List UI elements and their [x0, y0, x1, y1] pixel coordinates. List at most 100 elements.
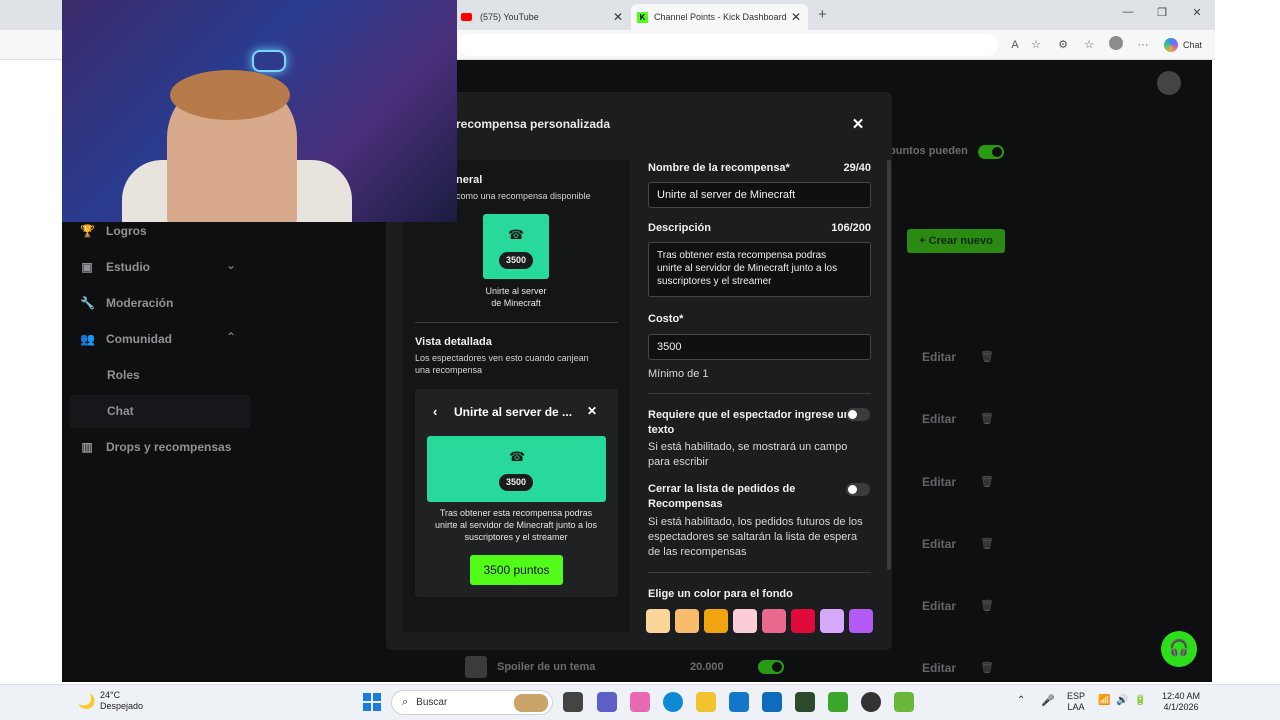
- redeem-button[interactable]: 3500 puntos: [470, 555, 563, 585]
- tab-kick-dashboard[interactable]: K Channel Points - Kick Dashboard ✕: [631, 4, 808, 30]
- new-tab-icon[interactable]: +: [818, 6, 827, 23]
- color-swatch[interactable]: [820, 609, 844, 633]
- edit-button[interactable]: Editar: [922, 475, 956, 489]
- close-list-toggle[interactable]: [846, 483, 870, 496]
- favorites-list-icon[interactable]: ☆: [1080, 36, 1098, 54]
- teams-icon[interactable]: [597, 692, 617, 712]
- avatar[interactable]: [1157, 71, 1181, 95]
- sidebar-item-chat[interactable]: Chat: [107, 401, 134, 421]
- reward-name-input[interactable]: Unirte al server de Minecraft: [648, 182, 871, 208]
- obs-icon[interactable]: [861, 692, 881, 712]
- microphone-icon[interactable]: 🎤: [1041, 694, 1055, 707]
- read-aloud-icon[interactable]: A: [1006, 36, 1024, 54]
- close-icon[interactable]: ✕: [850, 115, 866, 133]
- more-options-icon[interactable]: ···: [1134, 36, 1152, 54]
- maximize-icon[interactable]: ❐: [1152, 6, 1172, 19]
- wifi-icon[interactable]: 📶: [1098, 695, 1110, 706]
- gift-icon: ☎: [509, 449, 526, 464]
- close-icon[interactable]: ✕: [791, 10, 801, 24]
- favorite-icon[interactable]: ☆: [1027, 36, 1045, 54]
- trophy-icon: 🏆: [80, 224, 95, 238]
- wrench-icon: 🔧: [80, 296, 95, 310]
- edit-button[interactable]: Editar: [922, 661, 956, 675]
- color-swatch[interactable]: [733, 609, 757, 633]
- edit-button[interactable]: Editar: [922, 350, 956, 364]
- color-swatch[interactable]: [704, 609, 728, 633]
- minimize-icon[interactable]: —: [1118, 6, 1138, 18]
- close-list-label: Cerrar la lista de pedidos de Recompensas: [648, 483, 796, 510]
- minecraft-icon[interactable]: [828, 692, 848, 712]
- chevron-up-icon[interactable]: ⌃: [226, 330, 236, 344]
- sidebar-item-comunidad[interactable]: 👥 Comunidad: [80, 329, 172, 349]
- trash-icon[interactable]: 🗑: [980, 661, 994, 674]
- tab-youtube[interactable]: (575) YouTube ✕: [455, 4, 630, 30]
- create-new-button[interactable]: + Crear nuevo: [907, 229, 1005, 253]
- sidebar-item-moderacion[interactable]: 🔧 Moderación: [80, 293, 173, 313]
- sidebar-item-logros[interactable]: 🏆 Logros: [80, 221, 147, 241]
- general-heading: neral: [456, 174, 483, 186]
- detail-heading: Vista detallada: [415, 336, 492, 348]
- outlook-icon[interactable]: [729, 692, 749, 712]
- divider: [648, 572, 871, 573]
- window-close-icon[interactable]: ✕: [1187, 6, 1207, 19]
- reward-row-icon: [465, 656, 487, 678]
- trash-icon[interactable]: 🗑: [980, 537, 994, 550]
- modal-scrollbar[interactable]: [887, 160, 891, 570]
- edit-button[interactable]: Editar: [922, 412, 956, 426]
- store-icon[interactable]: [762, 692, 782, 712]
- weather-widget[interactable]: 24°C Despejado: [100, 690, 143, 712]
- description-label: Descripción: [648, 222, 711, 234]
- extensions-icon[interactable]: ⚙: [1054, 36, 1072, 54]
- volume-icon[interactable]: 🔊: [1116, 695, 1128, 706]
- sidebar-item-drops[interactable]: ▥ Drops y recompensas: [80, 437, 231, 457]
- trash-icon[interactable]: 🗑: [980, 412, 994, 425]
- cost-input[interactable]: 3500: [648, 334, 871, 360]
- minecraft-launcher-icon[interactable]: [894, 692, 914, 712]
- detail-subtext: Los espectadores ven esto cuando canjean…: [415, 353, 589, 375]
- reward-row-toggle[interactable]: [758, 660, 784, 674]
- trash-icon[interactable]: 🗑: [980, 350, 994, 363]
- file-explorer-icon[interactable]: [696, 692, 716, 712]
- color-swatch[interactable]: [849, 609, 873, 633]
- weather-icon[interactable]: 🌙: [78, 693, 95, 710]
- profile-icon[interactable]: [1107, 36, 1125, 54]
- cost-pill: 3500: [499, 252, 533, 269]
- sidebar-item-estudio[interactable]: ▣ Estudio: [80, 257, 150, 277]
- clock[interactable]: 12:40 AM 4/1/2026: [1156, 691, 1206, 713]
- edit-button[interactable]: Editar: [922, 537, 956, 551]
- cost-hint: Mínimo de 1: [648, 368, 709, 380]
- color-swatch[interactable]: [791, 609, 815, 633]
- preview-close-icon[interactable]: ✕: [587, 404, 597, 418]
- trash-icon[interactable]: 🗑: [980, 599, 994, 612]
- cost-label: Costo*: [648, 313, 684, 325]
- copilot-taskbar-icon[interactable]: [630, 692, 650, 712]
- edge-icon[interactable]: [663, 692, 683, 712]
- sidebar-active-bg: [70, 395, 250, 428]
- close-icon[interactable]: ✕: [613, 10, 623, 24]
- support-chat-button[interactable]: 🎧: [1161, 631, 1197, 667]
- require-text-toggle[interactable]: [846, 408, 870, 421]
- name-label: Nombre de la recompensa*: [648, 162, 790, 174]
- tab-label: (575) YouTube: [480, 12, 539, 22]
- color-swatch[interactable]: [762, 609, 786, 633]
- trash-icon[interactable]: 🗑: [980, 475, 994, 488]
- color-swatch[interactable]: [675, 609, 699, 633]
- tab-label: Channel Points - Kick Dashboard: [654, 12, 787, 22]
- start-button[interactable]: [363, 693, 381, 711]
- description-textarea[interactable]: Tras obtener esta recompensa podras unirt…: [648, 242, 871, 297]
- color-swatch[interactable]: [646, 609, 670, 633]
- points-toggle[interactable]: [978, 145, 1004, 159]
- sidebar-item-roles[interactable]: Roles: [107, 365, 140, 385]
- task-view-icon[interactable]: [563, 692, 583, 712]
- address-bar[interactable]: [458, 34, 998, 56]
- back-icon[interactable]: ‹: [433, 404, 437, 419]
- description-count: 106/200: [831, 222, 871, 234]
- app-icon[interactable]: [795, 692, 815, 712]
- taskbar-search[interactable]: ⌕ Buscar: [391, 690, 553, 715]
- language-indicator[interactable]: ESP LAA: [1062, 691, 1090, 713]
- edit-button[interactable]: Editar: [922, 599, 956, 613]
- battery-icon[interactable]: 🔋: [1134, 695, 1146, 706]
- chevron-up-icon[interactable]: ⌃: [1017, 695, 1025, 706]
- chevron-down-icon[interactable]: ⌄: [226, 258, 236, 272]
- copilot-chat-button[interactable]: Chat: [1164, 38, 1202, 52]
